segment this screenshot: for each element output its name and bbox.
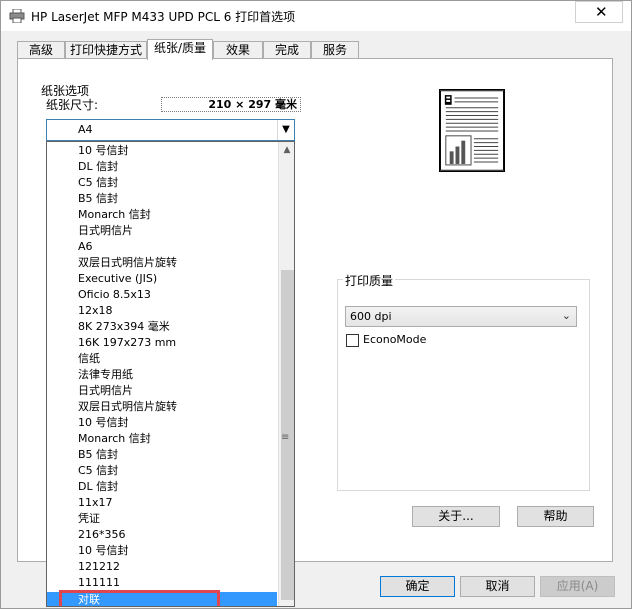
ok-button[interactable]: 确定 [380,576,455,597]
dropdown-option[interactable]: 双层日式明信片旋转 [78,255,177,271]
dropdown-option[interactable]: 日式明信片 [78,383,133,399]
dropdown-option[interactable]: 12x18 [78,303,113,319]
paper-size-dropdown-list: 10 号信封 DL 信封 C5 信封 B5 信封 Monarch 信封 日式明信… [46,141,295,607]
dropdown-option[interactable]: 10 号信封 [78,543,129,559]
paper-size-label: 纸张尺寸: [46,98,99,112]
tab-advanced[interactable]: 高级 [17,41,65,59]
dropdown-option[interactable]: 10 号信封 [78,143,129,159]
chevron-down-icon[interactable]: ▼ [277,120,294,140]
tab-paper-quality[interactable]: 纸张/质量 [147,39,213,60]
close-button[interactable]: ✕ [575,1,623,23]
dropdown-option[interactable]: 日式明信片 [78,223,133,239]
dropdown-option[interactable]: Oficio 8.5x13 [78,287,151,303]
window-title: HP LaserJet MFP M433 UPD PCL 6 打印首选项 [31,10,296,24]
dropdown-option[interactable]: A6 [78,239,93,255]
printer-icon [9,9,25,23]
dropdown-option[interactable]: DL 信封 [78,479,118,495]
dropdown-option[interactable]: DL 信封 [78,159,118,175]
economode-label: EconoMode [363,333,427,346]
dropdown-option[interactable]: 111111 [78,575,120,591]
tab-finishing[interactable]: 完成 [263,41,311,59]
tab-effects[interactable]: 效果 [213,41,263,59]
dropdown-option[interactable]: 11x17 [78,495,113,511]
dropdown-option[interactable]: B5 信封 [78,447,118,463]
paper-size-select[interactable]: A4 ▼ [46,119,295,141]
dropdown-option[interactable]: 16K 197x273 mm [78,335,176,351]
selection-highlight-outline [59,590,220,606]
tab-services[interactable]: 服务 [311,41,359,59]
paper-size-readout: 210 × 297 毫米 [161,97,301,112]
dropdown-option[interactable]: 10 号信封 [78,415,129,431]
resolution-select[interactable]: 600 dpi ⌄ [345,306,577,327]
grip-icon: ≡ [281,432,290,443]
dropdown-scrollbar[interactable]: ▲ ≡ [278,142,294,606]
dropdown-option[interactable]: 双层日式明信片旋转 [78,399,177,415]
dropdown-option[interactable]: 216*356 [78,527,126,543]
cancel-button[interactable]: 取消 [460,576,535,597]
dropdown-option[interactable]: 121212 [78,559,120,575]
printing-preferences-window: HP LaserJet MFP M433 UPD PCL 6 打印首选项 ✕ 高… [0,0,632,609]
dropdown-option[interactable]: B5 信封 [78,191,118,207]
dropdown-option[interactable]: 法律专用纸 [78,367,133,383]
dropdown-option[interactable]: 信纸 [78,351,100,367]
close-icon: ✕ [595,3,608,21]
title-bar: HP LaserJet MFP M433 UPD PCL 6 打印首选项 ✕ [1,1,631,31]
dropdown-option[interactable]: Executive (JIS) [78,271,157,287]
help-button[interactable]: 帮助 [517,506,594,527]
print-quality-label: 打印质量 [343,272,396,289]
chevron-down-icon: ⌄ [561,309,571,322]
dropdown-option[interactable]: 凭证 [78,511,100,527]
dropdown-option[interactable]: Monarch 信封 [78,431,151,447]
dropdown-option[interactable]: C5 信封 [78,175,118,191]
paper-size-selected: A4 [78,123,93,136]
dropdown-option[interactable]: C5 信封 [78,463,118,479]
resolution-value: 600 dpi [350,310,392,323]
apply-button[interactable]: 应用(A) [540,576,615,597]
paper-preview-icon [439,89,505,172]
economode-checkbox[interactable] [346,334,359,347]
about-button[interactable]: 关于... [412,506,500,527]
dropdown-option[interactable]: Monarch 信封 [78,207,151,223]
dropdown-option[interactable]: 8K 273x394 毫米 [78,319,170,335]
tab-shortcuts[interactable]: 打印快捷方式 [65,41,147,59]
scroll-up-icon[interactable]: ▲ [279,142,294,158]
